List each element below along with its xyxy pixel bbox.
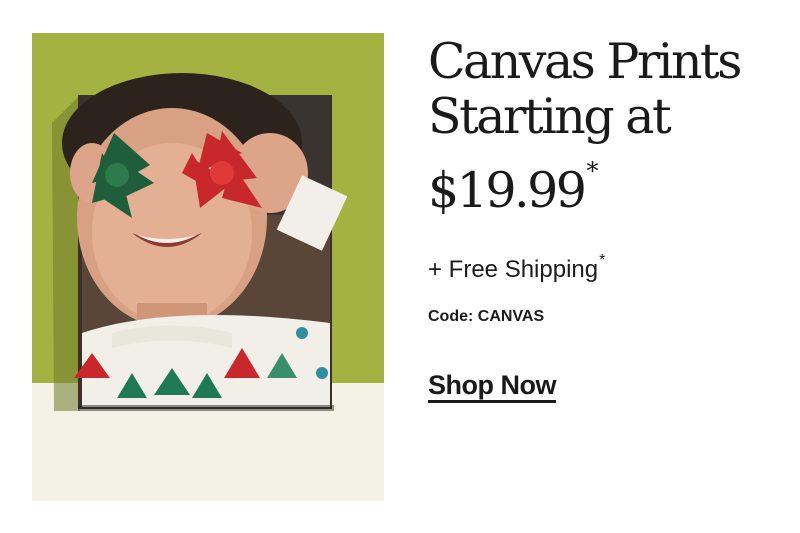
canvas-photo-content bbox=[62, 73, 348, 407]
canvas-print-photo bbox=[32, 33, 384, 501]
promo-headline: Canvas Prints Starting at $19.99* bbox=[428, 34, 788, 218]
shipping-label: + Free Shipping bbox=[428, 256, 599, 283]
headline-line-2: Starting at bbox=[428, 88, 672, 145]
headline-line-1: Canvas Prints bbox=[428, 33, 742, 90]
promo-copy: Canvas Prints Starting at $19.99* + Free… bbox=[428, 34, 788, 403]
promo-code: Code: CANVAS bbox=[428, 308, 545, 325]
shipping-asterisk: * bbox=[599, 252, 606, 269]
headline-price: $19.99 bbox=[428, 162, 587, 219]
shop-now-link[interactable]: Shop Now bbox=[428, 370, 556, 403]
headline-price-line: $19.99* bbox=[428, 144, 788, 218]
price-asterisk: * bbox=[586, 157, 599, 185]
free-shipping-text: + Free Shipping* bbox=[428, 252, 788, 284]
